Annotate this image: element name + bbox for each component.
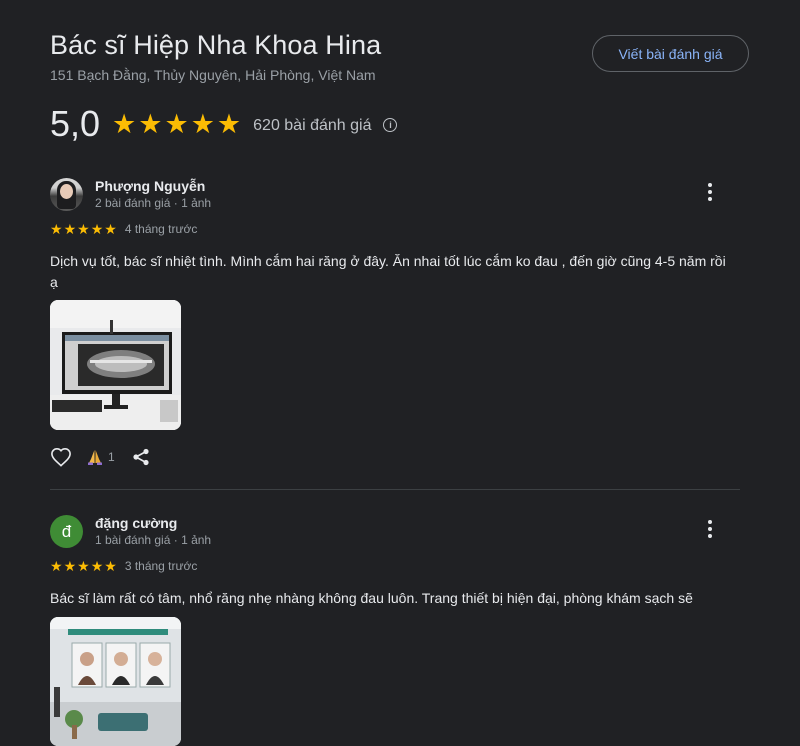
star-icon: ★ bbox=[50, 221, 63, 237]
more-vert-icon[interactable] bbox=[700, 180, 720, 204]
avatar[interactable]: đ bbox=[50, 515, 83, 548]
reviewer-name[interactable]: Phượng Nguyễn bbox=[95, 178, 205, 194]
reviewer-meta: 2 bài đánh giá · 1 ảnh bbox=[95, 196, 212, 210]
review-stars: ★ ★ ★ ★ ★ bbox=[50, 559, 117, 573]
star-icon: ★ bbox=[216, 108, 242, 139]
star-icon: ★ bbox=[77, 558, 90, 574]
review-text: Bác sĩ làm rất có tâm, nhổ răng nhẹ nhàn… bbox=[50, 590, 693, 606]
review-photo[interactable] bbox=[50, 300, 181, 430]
place-title: Bác sĩ Hiệp Nha Khoa Hina bbox=[50, 30, 382, 60]
star-icon: ★ bbox=[164, 108, 189, 139]
review-rating: ★ ★ ★ ★ ★ 3 tháng trước bbox=[50, 559, 197, 573]
star-icon: ★ bbox=[63, 558, 77, 574]
reviewer-name[interactable]: đặng cường bbox=[95, 515, 177, 531]
heart-outline-icon[interactable] bbox=[50, 446, 72, 468]
reviews-panel: Bác sĩ Hiệp Nha Khoa Hina 151 Bạch Đằng,… bbox=[0, 0, 800, 746]
star-icon: ★ bbox=[104, 221, 117, 237]
info-icon[interactable]: i bbox=[383, 118, 398, 132]
reaction-count: 1 bbox=[108, 450, 115, 464]
review-card: đ đặng cường 1 bài đánh giá · 1 ảnh ★ ★ … bbox=[50, 515, 740, 746]
average-rating: 5,0 bbox=[50, 103, 101, 144]
star-icon: ★ bbox=[112, 108, 137, 139]
star-icon: ★ bbox=[138, 108, 163, 139]
divider bbox=[50, 489, 740, 490]
review-card: Phượng Nguyễn 2 bài đánh giá · 1 ảnh ★ ★… bbox=[50, 178, 740, 478]
avatar[interactable] bbox=[50, 178, 83, 211]
share-icon[interactable] bbox=[131, 447, 151, 467]
xray-monitor-photo bbox=[50, 300, 181, 430]
rating-stars: ★ ★ ★ ★ ★ bbox=[112, 108, 242, 139]
write-review-button[interactable]: Viết bài đánh giá bbox=[592, 35, 749, 72]
review-rating: ★ ★ ★ ★ ★ 4 tháng trước bbox=[50, 222, 197, 236]
star-icon: ★ bbox=[63, 221, 77, 237]
star-icon: ★ bbox=[90, 558, 104, 574]
review-text: Dịch vụ tốt, bác sĩ nhiệt tình. Mình cắm… bbox=[50, 253, 726, 290]
review-stars: ★ ★ ★ ★ ★ bbox=[50, 222, 117, 236]
review-photo[interactable] bbox=[50, 617, 181, 746]
rating-summary: 5,0 ★ ★ ★ ★ ★ 620 bài đánh giá i bbox=[50, 103, 398, 145]
star-icon: ★ bbox=[50, 558, 63, 574]
star-icon: ★ bbox=[190, 108, 215, 139]
review-time: 4 tháng trước bbox=[124, 222, 198, 236]
clinic-interior-photo bbox=[50, 617, 181, 746]
praying-hands-icon[interactable] bbox=[86, 448, 104, 466]
place-address: 151 Bạch Đằng, Thủy Nguyên, Hải Phòng, V… bbox=[50, 67, 376, 83]
review-time: 3 tháng trước bbox=[124, 559, 198, 573]
star-icon: ★ bbox=[104, 558, 117, 574]
more-vert-icon[interactable] bbox=[700, 517, 720, 541]
star-icon: ★ bbox=[77, 221, 90, 237]
review-actions: 1 bbox=[50, 446, 151, 468]
review-count: 620 bài đánh giá bbox=[253, 117, 372, 134]
reviewer-meta: 1 bài đánh giá · 1 ảnh bbox=[95, 533, 212, 547]
star-icon: ★ bbox=[90, 221, 104, 237]
